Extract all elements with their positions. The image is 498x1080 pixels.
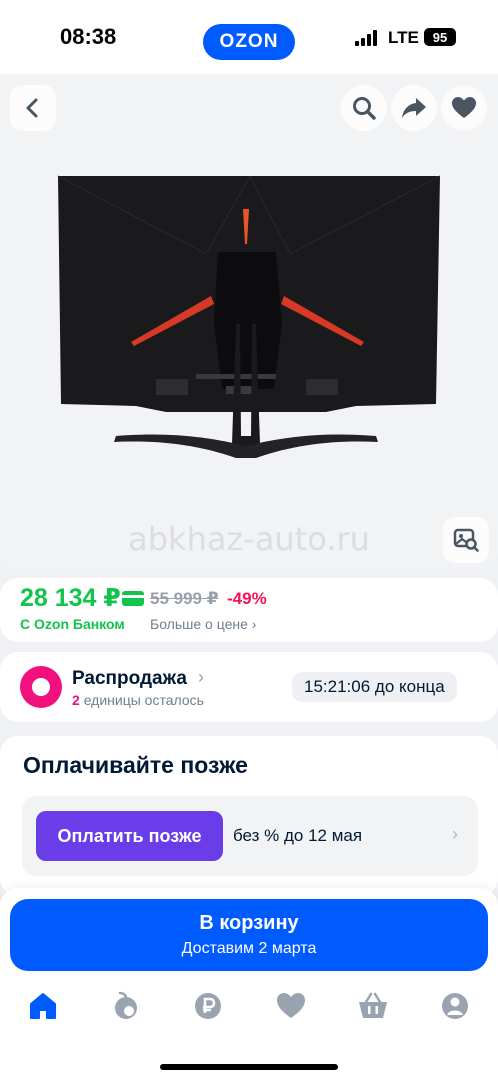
more-about-price-link[interactable]: Больше о цене › <box>150 616 256 632</box>
finance-icon[interactable] <box>192 990 224 1022</box>
ozon-logo: OZON <box>203 24 295 60</box>
add-to-cart-label: В корзину <box>199 912 299 934</box>
cart-icon[interactable] <box>357 990 389 1022</box>
sale-title: Распродажа <box>72 668 187 689</box>
signal-icon <box>355 30 377 46</box>
units-left: 2 единицы осталось <box>72 692 204 708</box>
pay-later-title: Оплачивайте позже <box>23 752 248 778</box>
pay-later-button[interactable]: Оплатить позже <box>36 811 223 861</box>
pay-later-terms: без % до 12 мая <box>233 826 363 845</box>
watermark: abkhaz-auto.ru <box>128 520 370 558</box>
search-button[interactable] <box>341 85 387 131</box>
bottom-panel: В корзину Доставим 2 марта <box>0 888 498 1080</box>
ozon-bank-label: С Ozon Банком <box>20 616 125 632</box>
share-icon <box>402 98 426 118</box>
home-indicator <box>160 1064 338 1070</box>
product-image[interactable] <box>56 174 440 474</box>
discount-badge: -49% <box>227 589 267 608</box>
status-bar: 08:38 OZON LTE 95 <box>0 0 498 74</box>
network-label: LTE <box>388 28 419 47</box>
image-search-button[interactable] <box>443 517 489 563</box>
sale-icon <box>20 666 62 708</box>
add-to-cart-button[interactable]: В корзину Доставим 2 марта <box>10 899 488 971</box>
more-about-price-label: Больше о цене <box>150 616 248 632</box>
share-button[interactable] <box>391 85 437 131</box>
pay-later-card: Оплачивайте позже Оплатить позже без % д… <box>0 736 498 896</box>
sale-timer: 15:21:06 до конца <box>292 672 457 702</box>
favorite-button[interactable] <box>441 85 487 131</box>
back-button[interactable] <box>10 85 56 131</box>
pay-later-option[interactable]: Оплатить позже без % до 12 мая › <box>22 796 478 876</box>
battery-indicator: 95 <box>424 28 456 46</box>
chevron-right-icon: › <box>251 616 257 632</box>
current-price: 28 134 ₽ <box>20 584 121 612</box>
back-arrow-icon <box>26 98 38 118</box>
favorites-icon[interactable] <box>275 990 307 1022</box>
price-card[interactable]: 28 134 ₽ 55 999 ₽ -49% С Ozon Банком Бол… <box>0 578 498 642</box>
fresh-icon[interactable] <box>110 990 142 1022</box>
delivery-date-label: Доставим 2 марта <box>181 940 317 957</box>
image-search-icon <box>453 528 479 552</box>
status-time: 08:38 <box>60 24 117 49</box>
units-text: единицы осталось <box>83 692 204 708</box>
product-gallery[interactable]: abkhaz-auto.ru <box>0 74 498 570</box>
search-icon <box>353 97 376 120</box>
bank-card-icon <box>122 591 144 606</box>
old-price: 55 999 ₽ <box>150 589 219 608</box>
heart-icon <box>452 97 476 118</box>
profile-icon[interactable] <box>439 990 471 1022</box>
units-count: 2 <box>72 692 80 708</box>
home-icon[interactable] <box>27 990 59 1022</box>
chevron-right-icon: › <box>452 824 458 844</box>
sale-card[interactable]: Распродажа › 2 единицы осталось 15:21:06… <box>0 652 498 722</box>
chevron-right-icon: › <box>198 667 204 687</box>
